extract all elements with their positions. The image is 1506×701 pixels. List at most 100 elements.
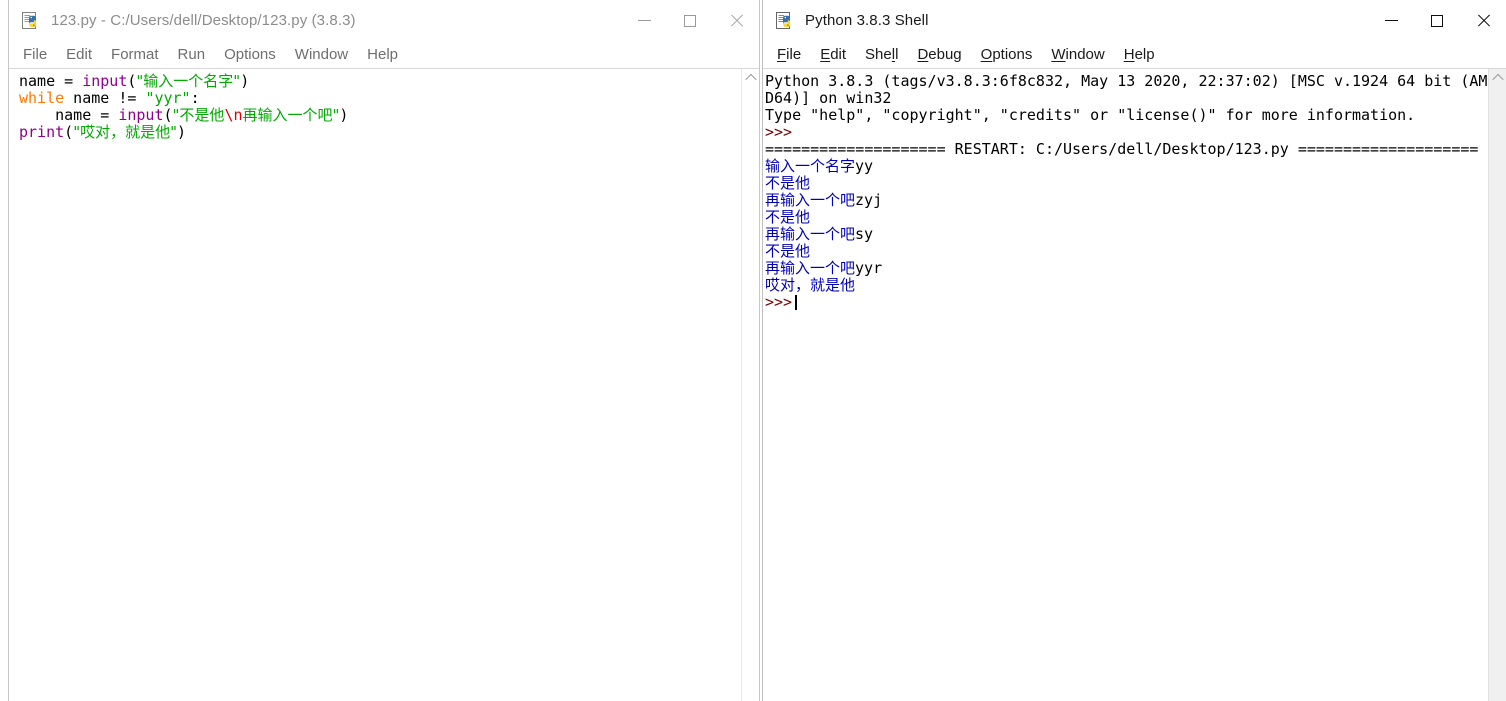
shell-menu-shell[interactable]: Shell [865, 47, 898, 62]
editor-menubar[interactable]: File Edit Format Run Options Window Help [9, 41, 759, 68]
shell-output-line-token: Type "help", "copyright", "credits" or "… [765, 106, 1416, 124]
editor-code-line: name = input("输入一个名字") [19, 73, 741, 90]
editor-menu-edit[interactable]: Edit [66, 47, 92, 62]
scroll-up-arrow-icon[interactable] [1489, 69, 1506, 86]
editor-code-line-token: ) [177, 123, 187, 141]
editor-menu-run[interactable]: Run [178, 47, 206, 62]
shell-output-line-token: 不是他 [765, 208, 811, 226]
shell-menu-window[interactable]: Window [1051, 47, 1104, 62]
shell-output-line: >>> [765, 124, 1488, 141]
shell-menu-help[interactable]: Help [1124, 47, 1155, 62]
shell-menu-debug[interactable]: Debug [917, 47, 961, 62]
shell-output-area[interactable]: Python 3.8.3 (tags/v3.8.3:6f8c832, May 1… [763, 69, 1488, 701]
editor-code-line-token: \n [224, 106, 243, 124]
shell-vertical-scrollbar[interactable] [1488, 69, 1506, 701]
editor-scroll-track[interactable] [742, 86, 759, 701]
minimize-icon [637, 20, 651, 21]
shell-output-line-token: yy [855, 157, 874, 175]
editor-code-line-token: name = [19, 106, 119, 124]
editor-menu-window[interactable]: Window [295, 47, 348, 62]
close-icon [1476, 13, 1491, 28]
shell-output-line-token: 哎对，就是他 [765, 276, 856, 294]
shell-output-line-token: 再输入一个吧 [765, 225, 856, 243]
idle-editor-window[interactable]: 123.py - C:/Users/dell/Desktop/123.py (3… [8, 0, 760, 701]
shell-output-line: 不是他 [765, 243, 1488, 260]
close-icon [729, 13, 744, 28]
editor-code-line-token: : [190, 89, 200, 107]
shell-title: Python 3.8.3 Shell [805, 12, 929, 29]
scroll-up-arrow-icon[interactable] [742, 69, 759, 86]
shell-text-area-wrap: Python 3.8.3 (tags/v3.8.3:6f8c832, May 1… [763, 69, 1506, 701]
text-cursor [795, 295, 798, 310]
shell-menubar[interactable]: File Edit Shell Debug Options Window Help [763, 41, 1506, 68]
shell-output-line-token: zyj [855, 191, 883, 209]
shell-output-line: 再输入一个吧yyr [765, 260, 1488, 277]
editor-vertical-scrollbar[interactable] [741, 69, 759, 701]
shell-output-line: 再输入一个吧sy [765, 226, 1488, 243]
editor-menu-file[interactable]: File [23, 47, 47, 62]
shell-output-line: Python 3.8.3 (tags/v3.8.3:6f8c832, May 1… [765, 73, 1488, 90]
shell-titlebar[interactable]: Python 3.8.3 Shell [763, 0, 1506, 41]
shell-output-line-token: >>> [765, 293, 793, 311]
editor-code-line-token: ) [339, 106, 349, 124]
editor-close-button[interactable] [713, 0, 759, 41]
maximize-icon [1431, 14, 1443, 27]
shell-output-line: D64)] on win32 [765, 90, 1488, 107]
editor-code-line: while name != "yyr": [19, 90, 741, 107]
shell-scroll-track[interactable] [1489, 86, 1506, 701]
editor-code-line: name = input("不是他\n再输入一个吧") [19, 107, 741, 124]
shell-output-line-token: 不是他 [765, 242, 811, 260]
shell-output-line-token: ==================== RESTART: C:/Users/d… [765, 140, 1479, 158]
editor-code-line: print("哎对，就是他") [19, 124, 741, 141]
editor-menu-options[interactable]: Options [224, 47, 276, 62]
editor-code-line-token: 再输入一个吧" [242, 106, 340, 124]
shell-output-line: 哎对，就是他 [765, 277, 1488, 294]
shell-maximize-button[interactable] [1414, 0, 1460, 41]
shell-output-line-token: >>> [765, 123, 793, 141]
editor-code-line-token: ( [163, 106, 173, 124]
desktop: 123.py - C:/Users/dell/Desktop/123.py (3… [0, 0, 1506, 701]
editor-title: 123.py - C:/Users/dell/Desktop/123.py (3… [51, 12, 356, 29]
editor-caption-buttons[interactable] [621, 0, 759, 41]
shell-output-line-token: yyr [855, 259, 883, 277]
shell-menu-file[interactable]: File [777, 47, 801, 62]
editor-code-area[interactable]: name = input("输入一个名字") while name != "yyr… [9, 69, 741, 701]
shell-output-line: Type "help", "copyright", "credits" or "… [765, 107, 1488, 124]
editor-code-line-token: input [118, 106, 164, 124]
shell-output-line-token: 再输入一个吧 [765, 259, 856, 277]
editor-code-line-token: ) [240, 72, 250, 90]
editor-code-line-token: input [82, 72, 128, 90]
editor-titlebar[interactable]: 123.py - C:/Users/dell/Desktop/123.py (3… [9, 0, 759, 41]
editor-text-area-wrap: name = input("输入一个名字") while name != "yyr… [9, 69, 759, 701]
editor-code-line-token: print [19, 123, 65, 141]
shell-output-line: 不是他 [765, 175, 1488, 192]
shell-output-line-token: 不是他 [765, 174, 811, 192]
editor-maximize-button[interactable] [667, 0, 713, 41]
shell-output-line: 再输入一个吧zyj [765, 192, 1488, 209]
editor-code-line-token: "哎对，就是他" [73, 123, 177, 141]
maximize-icon [684, 14, 696, 27]
shell-output-line: 输入一个名字yy [765, 158, 1488, 175]
editor-code-line-token: name = [19, 72, 83, 90]
shell-menu-options[interactable]: Options [981, 47, 1033, 62]
shell-minimize-button[interactable] [1368, 0, 1414, 41]
shell-output-line-token: 再输入一个吧 [765, 191, 856, 209]
shell-caption-buttons[interactable] [1368, 0, 1506, 41]
editor-code-line-token: name != [64, 89, 146, 107]
shell-menu-edit[interactable]: Edit [820, 47, 846, 62]
python-shell-window[interactable]: Python 3.8.3 Shell File Edit Shell Debug Opt… [762, 0, 1506, 701]
editor-minimize-button[interactable] [621, 0, 667, 41]
shell-output-line-token: D64)] on win32 [765, 89, 892, 107]
shell-output-line-token: sy [855, 225, 874, 243]
editor-code-line-token: "不是他 [172, 106, 225, 124]
editor-menu-help[interactable]: Help [367, 47, 398, 62]
shell-close-button[interactable] [1460, 0, 1506, 41]
editor-code-line-token: "yyr" [145, 89, 191, 107]
shell-output-line: >>> [765, 294, 1488, 311]
shell-output-line: ==================== RESTART: C:/Users/d… [765, 141, 1488, 158]
shell-output-line-token: Python 3.8.3 (tags/v3.8.3:6f8c832, May 1… [765, 72, 1488, 90]
python-idle-icon [775, 11, 795, 31]
minimize-icon [1384, 20, 1398, 21]
shell-output-line: 不是他 [765, 209, 1488, 226]
editor-menu-format[interactable]: Format [111, 47, 159, 62]
